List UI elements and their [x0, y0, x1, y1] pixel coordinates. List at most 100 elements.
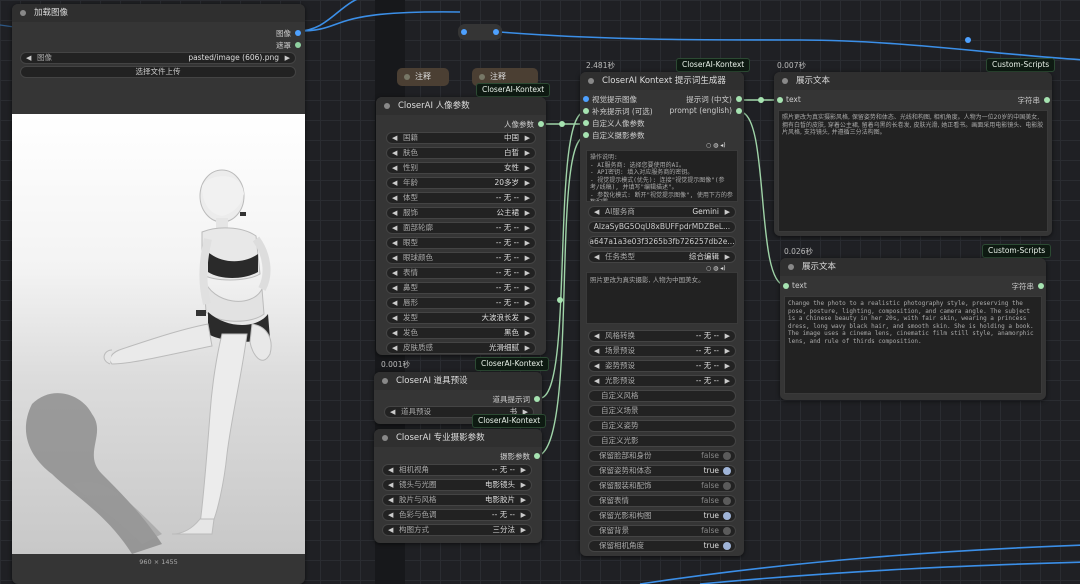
preserve-toggle[interactable]: 保留姿势和体态 true: [588, 465, 736, 477]
portrait-params-node[interactable]: CloserAI 人像参数 人像参数 ◀ 国籍 中国 ▶ ◀ 肤色 白皙 ▶ ◀ 性别 女性 ▶ ◀ 年龄…: [376, 97, 546, 355]
toggle-knob-icon[interactable]: [723, 452, 731, 460]
arrow-left-icon[interactable]: ◀: [392, 268, 397, 278]
arrow-left-icon[interactable]: ◀: [388, 465, 393, 475]
arrow-right-icon[interactable]: ▶: [521, 480, 526, 490]
portrait-param-combo[interactable]: ◀ 皮肤质感 光滑细腻 ▶: [386, 342, 536, 354]
arrow-left-icon[interactable]: ◀: [26, 53, 31, 63]
kontext-preset-combo[interactable]: ◀ 光影预设 -- 无 -- ▶: [588, 375, 736, 387]
collapse-dot-icon[interactable]: [20, 10, 26, 16]
reroute-node[interactable]: [458, 24, 502, 40]
arrow-right-icon[interactable]: ▶: [521, 525, 526, 535]
arrow-right-icon[interactable]: ▶: [525, 328, 530, 338]
arrow-right-icon[interactable]: ▶: [525, 313, 530, 323]
preserve-toggle[interactable]: 保留背景 false: [588, 525, 736, 537]
photo-param-combo[interactable]: ◀ 相机视角 -- 无 -- ▶: [382, 464, 532, 476]
toggle-knob-icon[interactable]: [723, 542, 731, 550]
portrait-param-combo[interactable]: ◀ 发色 黑色 ▶: [386, 327, 536, 339]
portrait-param-combo[interactable]: ◀ 性别 女性 ▶: [386, 162, 536, 174]
arrow-left-icon[interactable]: ◀: [392, 283, 397, 293]
node-canvas[interactable]: 加载图像 图像 遮罩 ◀ 图像 pasted/image (606).png ▶…: [0, 0, 1080, 584]
input-pin-text[interactable]: [777, 97, 783, 103]
arrow-left-icon[interactable]: ◀: [392, 223, 397, 233]
collapse-dot-icon[interactable]: [788, 264, 794, 270]
arrow-left-icon[interactable]: ◀: [392, 178, 397, 188]
provider-combo[interactable]: ◀ AI服务商 Gemini ▶: [588, 206, 736, 218]
output-pin[interactable]: [538, 121, 544, 127]
arrow-left-icon[interactable]: ◀: [392, 328, 397, 338]
arrow-left-icon[interactable]: ◀: [392, 133, 397, 143]
arrow-left-icon[interactable]: ◀: [392, 238, 397, 248]
output-pin[interactable]: [1038, 283, 1044, 289]
collapse-dot-icon[interactable]: [588, 78, 594, 84]
photo-param-combo[interactable]: ◀ 构图方式 三分法 ▶: [382, 524, 532, 536]
arrow-right-icon[interactable]: ▶: [285, 53, 290, 63]
node-title[interactable]: CloserAI Kontext 提示词生成器: [580, 72, 744, 90]
kontext-preset-combo[interactable]: ◀ 风格转换 -- 无 -- ▶: [588, 330, 736, 342]
output-image-pin[interactable]: [295, 30, 301, 36]
preserve-toggle[interactable]: 保留服装和配饰 false: [588, 480, 736, 492]
preserve-toggle[interactable]: 保留表情 false: [588, 495, 736, 507]
kontext-preset-combo[interactable]: ◀ 场景预设 -- 无 -- ▶: [588, 345, 736, 357]
task-type-combo[interactable]: ◀ 任务类型 综合编辑 ▶: [588, 251, 736, 263]
arrow-right-icon[interactable]: ▶: [725, 376, 730, 386]
preserve-toggle[interactable]: 保留脸部和身份 false: [588, 450, 736, 462]
display-textarea[interactable]: 照片更改为真实摄影风格, 保留姿势和体态、光线和构图, 相机角度。人物为一位20…: [778, 110, 1048, 232]
arrow-left-icon[interactable]: ◀: [388, 525, 393, 535]
arrow-left-icon[interactable]: ◀: [392, 208, 397, 218]
arrow-right-icon[interactable]: ▶: [525, 238, 530, 248]
node-title[interactable]: CloserAI 人像参数: [376, 97, 546, 115]
node-title[interactable]: CloserAI 专业摄影参数: [374, 429, 542, 447]
arrow-right-icon[interactable]: ▶: [725, 252, 730, 262]
custom-text-field[interactable]: 自定义光影: [588, 435, 736, 447]
arrow-left-icon[interactable]: ◀: [392, 163, 397, 173]
arrow-left-icon[interactable]: ◀: [390, 407, 395, 417]
api-key-field[interactable]: AIzaSyBG5OqU8xBUFFpdrMDZBeL...: [588, 221, 736, 233]
toggle-knob-icon[interactable]: [723, 467, 731, 475]
preserve-toggle[interactable]: 保留光影和构图 true: [588, 510, 736, 522]
edit-description-textarea[interactable]: 照片更改为真实摄影, 人物为中国美女。: [586, 272, 738, 324]
arrow-left-icon[interactable]: ◀: [388, 480, 393, 490]
arrow-left-icon[interactable]: ◀: [388, 510, 393, 520]
arrow-left-icon[interactable]: ◀: [594, 331, 599, 341]
arrow-left-icon[interactable]: ◀: [392, 343, 397, 353]
toggle-knob-icon[interactable]: [723, 512, 731, 520]
arrow-left-icon[interactable]: ◀: [392, 193, 397, 203]
collapse-dot-icon[interactable]: [382, 435, 388, 441]
arrow-left-icon[interactable]: ◀: [392, 148, 397, 158]
reroute-input-pin[interactable]: [461, 29, 467, 35]
textarea-toolbar-icons[interactable]: ○ ◍ ◂): [706, 142, 726, 149]
output-mask-pin[interactable]: [295, 42, 301, 48]
portrait-param-combo[interactable]: ◀ 眼型 -- 无 -- ▶: [386, 237, 536, 249]
show-text-node-2[interactable]: 展示文本 text 字符串 Change the photo to a real…: [780, 258, 1046, 400]
arrow-left-icon[interactable]: ◀: [392, 313, 397, 323]
arrow-right-icon[interactable]: ▶: [525, 253, 530, 263]
portrait-param-combo[interactable]: ◀ 唇形 -- 无 -- ▶: [386, 297, 536, 309]
arrow-left-icon[interactable]: ◀: [392, 253, 397, 263]
input-pin-photo[interactable]: [583, 132, 589, 138]
arrow-left-icon[interactable]: ◀: [594, 376, 599, 386]
arrow-right-icon[interactable]: ▶: [725, 331, 730, 341]
portrait-param-combo[interactable]: ◀ 肤色 白皙 ▶: [386, 147, 536, 159]
arrow-right-icon[interactable]: ▶: [525, 343, 530, 353]
toggle-knob-icon[interactable]: [723, 527, 731, 535]
image-combo[interactable]: ◀ 图像 pasted/image (606).png ▶: [20, 52, 296, 64]
node-title[interactable]: 加载图像: [12, 4, 305, 22]
input-pin-extra[interactable]: [583, 108, 589, 114]
output-pin[interactable]: [1044, 97, 1050, 103]
output-pin-en[interactable]: [736, 108, 742, 114]
portrait-param-combo[interactable]: ◀ 表情 -- 无 -- ▶: [386, 267, 536, 279]
kontext-prompt-node[interactable]: CloserAI Kontext 提示词生成器 视觉提示图像 补充提示词 (可选…: [580, 72, 744, 556]
arrow-right-icon[interactable]: ▶: [525, 298, 530, 308]
arrow-left-icon[interactable]: ◀: [594, 361, 599, 371]
node-title[interactable]: CloserAI 道具预设: [374, 372, 542, 390]
arrow-right-icon[interactable]: ▶: [525, 133, 530, 143]
arrow-left-icon[interactable]: ◀: [392, 298, 397, 308]
arrow-right-icon[interactable]: ▶: [525, 163, 530, 173]
arrow-right-icon[interactable]: ▶: [725, 207, 730, 217]
photo-param-combo[interactable]: ◀ 胶片与风格 电影胶片 ▶: [382, 494, 532, 506]
portrait-param-combo[interactable]: ◀ 体型 -- 无 -- ▶: [386, 192, 536, 204]
portrait-param-combo[interactable]: ◀ 年龄 20多岁 ▶: [386, 177, 536, 189]
portrait-param-combo[interactable]: ◀ 国籍 中国 ▶: [386, 132, 536, 144]
arrow-right-icon[interactable]: ▶: [525, 268, 530, 278]
arrow-right-icon[interactable]: ▶: [725, 346, 730, 356]
